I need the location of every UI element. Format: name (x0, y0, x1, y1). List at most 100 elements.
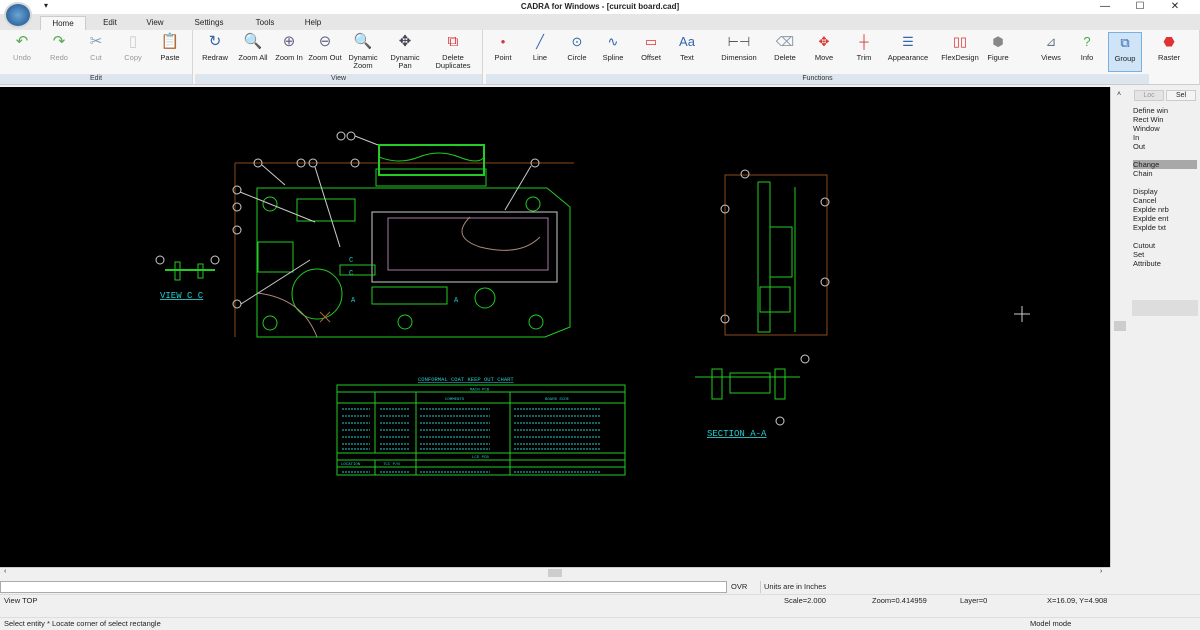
window-title: CADRA for Windows - [curcuit board.cad] (520, 2, 680, 11)
redraw-label: Redraw (202, 53, 228, 62)
tab-edit[interactable]: Edit (90, 16, 130, 30)
zoom-status: Zoom=0.414959 (872, 596, 927, 605)
zoom-all-icon: 🔍 (243, 33, 263, 50)
undo-icon: ↶ (15, 33, 29, 50)
cut-label: Cut (90, 53, 102, 62)
panel-input-area (1132, 300, 1198, 316)
scale-status: Scale=2.000 (784, 596, 826, 605)
function-label: Text (680, 53, 694, 62)
dynamic-zoom-button[interactable]: 🔍 Dynamic Zoom (345, 32, 381, 72)
zoom-out-label: Zoom Out (308, 53, 342, 62)
panel-item[interactable]: Define win (1133, 106, 1197, 115)
function-label: Dimension (721, 53, 757, 62)
panel-item[interactable]: Explde txt (1133, 223, 1197, 232)
quick-access-dropdown[interactable]: ▾ (44, 1, 48, 10)
function-button-appearance[interactable]: ☰ Appearance (882, 32, 934, 72)
line-icon: ╱ (536, 34, 544, 49)
panel-item[interactable]: Attribute (1133, 259, 1197, 268)
tab-home[interactable]: Home (40, 16, 86, 30)
function-button-delete[interactable]: ⌫ Delete (766, 32, 804, 72)
function-button-flexdesign[interactable]: ▯▯ FlexDesign (937, 32, 983, 72)
function-button-info[interactable]: ? Info (1070, 32, 1104, 72)
panel-item[interactable]: Chain (1133, 169, 1197, 178)
panel-item[interactable]: Cancel (1133, 196, 1197, 205)
scroll-left-arrow[interactable]: ‹ (4, 568, 6, 575)
zoom-all-button[interactable]: 🔍 Zoom All (235, 32, 271, 72)
function-button-trim[interactable]: ┼ Trim (847, 32, 881, 72)
panel-item[interactable]: Rect Win (1133, 115, 1197, 124)
tab-settings[interactable]: Settings (185, 16, 233, 30)
tab-view[interactable]: View (135, 16, 175, 30)
function-label: Move (814, 53, 834, 62)
ovr-indicator: OVR (731, 582, 748, 591)
side-view-detail (720, 169, 830, 336)
app-logo-button[interactable] (4, 2, 32, 28)
panel-item[interactable]: Explde ent (1133, 214, 1197, 223)
undo-button[interactable]: ↶ Undo (4, 32, 40, 72)
panel-item[interactable]: Set (1133, 250, 1197, 259)
function-button-spline[interactable]: ∿ Spline (595, 32, 631, 72)
tab-tools[interactable]: Tools (245, 16, 285, 30)
cut-button[interactable]: ✂ Cut (78, 32, 114, 72)
function-button-views[interactable]: ⊿ Views (1034, 32, 1068, 72)
section-aa-detail (695, 354, 810, 426)
function-button-text[interactable]: Aa Text (670, 32, 704, 72)
dynamic-zoom-icon: 🔍 (353, 33, 373, 50)
scroll-right-arrow[interactable]: › (1100, 568, 1102, 575)
raster-icon: ⬣ (1163, 34, 1175, 49)
panel-item[interactable]: Explde nrb (1133, 205, 1197, 214)
function-button-circle[interactable]: ⊙ Circle (560, 32, 594, 72)
redo-button[interactable]: ↷ Redo (41, 32, 77, 72)
panel-item[interactable]: In (1133, 133, 1197, 142)
function-button-line[interactable]: ╱ Line (523, 32, 557, 72)
horizontal-scrollbar[interactable]: ‹ › (0, 567, 1110, 578)
view-cc-detail (155, 255, 220, 281)
maximize-button[interactable]: ☐ (1125, 0, 1155, 14)
dynamic-pan-button[interactable]: ✥ Dynamic Pan (387, 32, 423, 72)
function-button-figure[interactable]: ⬢ Figure (981, 32, 1015, 72)
function-button-move[interactable]: ✥ Move (807, 32, 841, 72)
location-header: LOCATION (341, 463, 361, 467)
panel-item[interactable]: Cutout (1133, 241, 1197, 250)
function-label: Trim (856, 53, 872, 62)
point-icon: • (500, 34, 506, 49)
figure-icon: ⬢ (992, 34, 1004, 49)
function-button-group[interactable]: ⧉ Group (1108, 32, 1142, 72)
minimize-button[interactable]: — (1090, 0, 1120, 14)
copy-button[interactable]: ▯ Copy (115, 32, 151, 72)
panel-item[interactable]: Out (1133, 142, 1197, 151)
marker-a-left: A (351, 297, 356, 305)
tab-help[interactable]: Help (295, 16, 331, 30)
sel-tab[interactable]: Sel (1166, 90, 1196, 101)
panel-item[interactable]: Window (1133, 124, 1197, 133)
scroll-up-arrow[interactable]: ˄ (1117, 91, 1121, 98)
zoom-in-button[interactable]: ⊕ Zoom In (271, 32, 307, 72)
function-label: Appearance (887, 53, 929, 62)
function-button-raster[interactable]: ⬣ Raster (1151, 32, 1187, 72)
command-input[interactable] (0, 581, 727, 593)
function-button-dimension[interactable]: ⊢⊣ Dimension (715, 32, 763, 72)
scroll-thumb[interactable] (1114, 321, 1126, 331)
function-button-offset[interactable]: ▭ Offset (634, 32, 668, 72)
delete-duplicates-label: Delete Duplicates (435, 53, 471, 70)
zoom-in-icon: ⊕ (282, 33, 296, 50)
panel-item[interactable]: Change (1133, 160, 1197, 169)
drawing-canvas[interactable]: VIEW C C SECTION A-A A A C C CONFORMAL C… (0, 87, 1110, 567)
vertical-scrollbar[interactable]: ˄ (1110, 87, 1130, 567)
paste-button[interactable]: 📋 Paste (152, 32, 188, 72)
crosshair-cursor (1014, 306, 1030, 322)
cad-drawing: VIEW C C SECTION A-A A A C C CONFORMAL C… (155, 131, 1030, 476)
group-icon: ⧉ (1120, 35, 1130, 50)
close-button[interactable]: ✕ (1160, 0, 1190, 14)
delete-duplicates-button[interactable]: ⧉ Delete Duplicates (429, 32, 477, 72)
panel-item[interactable]: Display (1133, 187, 1197, 196)
loc-tab[interactable]: Loc (1134, 90, 1164, 101)
table-rows (342, 408, 600, 473)
status-divider (0, 594, 1200, 595)
scissors-icon: ✂ (89, 33, 103, 50)
zoom-out-button[interactable]: ⊖ Zoom Out (307, 32, 343, 72)
zoom-in-label: Zoom In (275, 53, 303, 62)
hscroll-thumb[interactable] (548, 569, 562, 577)
redraw-button[interactable]: ↻ Redraw (197, 32, 233, 72)
function-button-point[interactable]: • Point (486, 32, 520, 72)
